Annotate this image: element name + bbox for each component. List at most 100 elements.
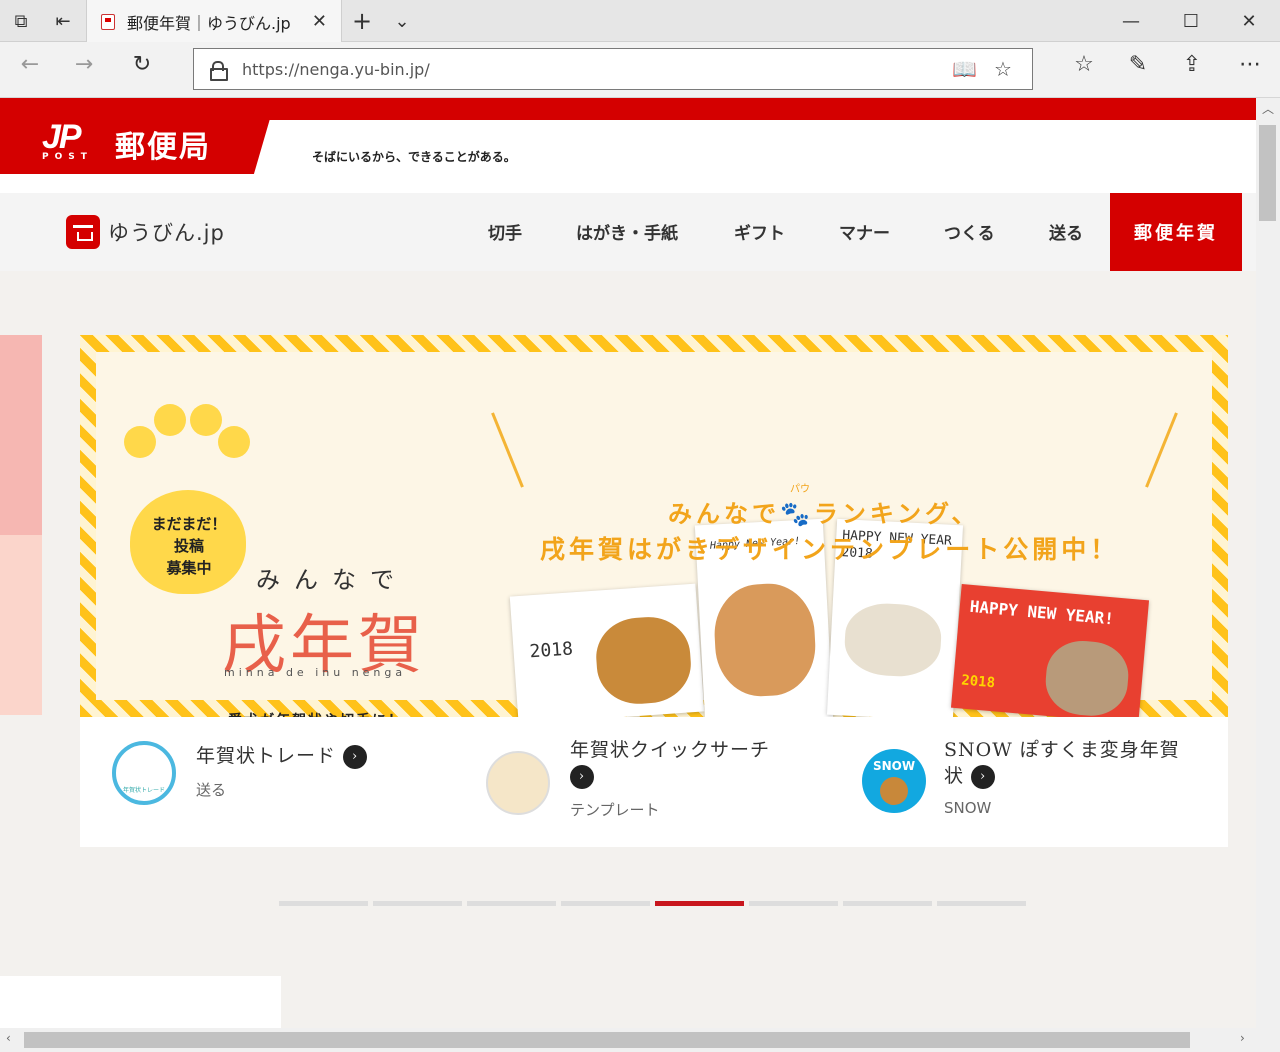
pug-photo — [1042, 637, 1132, 719]
ranking-headline-2: 戌年賀はがきデザインテンプレート公開中！ — [540, 535, 1120, 564]
carousel-dot[interactable] — [467, 901, 556, 906]
carousel-dot[interactable] — [843, 901, 932, 906]
share-icon[interactable]: ⇪ — [1172, 52, 1212, 77]
paw-toe — [124, 426, 156, 458]
link-title-text: 年賀状トレード — [196, 745, 337, 767]
paw-toe — [218, 426, 250, 458]
carousel-dot[interactable] — [749, 901, 838, 906]
jp-post-logo[interactable]: JP POST 郵便局 — [0, 98, 276, 174]
site-name[interactable]: ゆうびん.jp — [108, 217, 225, 247]
site-header: JP POST 郵便局 そばにいるから、できることがある。 — [0, 98, 1256, 193]
card-4-label: HAPPY NEW YEAR! — [969, 596, 1115, 629]
more-icon[interactable]: ⋯ — [1230, 52, 1270, 77]
nav-item-tsukuru[interactable]: つくる — [944, 219, 995, 244]
url-text[interactable]: https://nenga.yu-bin.jp/ — [242, 60, 430, 79]
link-title: 年賀状トレード › — [196, 743, 368, 769]
logo-name: 郵便局 — [115, 130, 211, 165]
scroll-up-icon[interactable]: ︿ — [1262, 100, 1274, 117]
carousel-dot[interactable] — [655, 901, 744, 906]
refresh-icon[interactable]: ↻ — [122, 52, 162, 77]
shiba-photo — [712, 581, 818, 699]
carousel-dot[interactable] — [279, 901, 368, 906]
paw-toe — [190, 404, 222, 436]
card-1-label: 2018 — [528, 638, 574, 663]
previous-slide-peek[interactable] — [0, 335, 42, 715]
new-tab-button[interactable]: + — [350, 0, 374, 42]
template-card-4[interactable]: HAPPY NEW YEAR! 2018 — [950, 584, 1150, 724]
carousel-dot[interactable] — [937, 901, 1026, 906]
bear-face — [880, 777, 908, 805]
snow-bear-icon: SNOW — [862, 749, 926, 813]
link-trade[interactable]: 年賀状トレード 年賀状トレード › 送る — [110, 717, 430, 847]
horizontal-scroll-thumb[interactable] — [24, 1032, 1190, 1048]
banner-ruby: パウ — [790, 484, 810, 495]
next-section-card — [0, 976, 281, 1028]
nav-item-kitte[interactable]: 切手 — [488, 219, 522, 244]
link-sub: SNOW — [944, 799, 992, 817]
lock-icon — [210, 61, 228, 81]
vertical-scroll-thumb[interactable] — [1259, 125, 1276, 221]
feature-links: 年賀状トレード 年賀状トレード › 送る 年賀状クイックサーチ › テンプレート … — [80, 717, 1228, 847]
address-bar[interactable]: https://nenga.yu-bin.jp/ 📖 ☆ — [193, 48, 1033, 90]
link-title: 年賀状クイックサーチ › — [570, 737, 810, 789]
link-sub: テンプレート — [570, 801, 660, 819]
carousel-indicators — [279, 901, 1026, 907]
link-quick-search[interactable]: 年賀状クイックサーチ › テンプレート — [484, 717, 814, 847]
paw-line-3: 募集中 — [166, 559, 212, 577]
golden-dogs-photo — [593, 614, 694, 707]
template-card-1[interactable]: 2018 — [509, 583, 705, 725]
decor-slash-right — [1145, 412, 1178, 488]
horizontal-scrollbar[interactable]: ‹ › — [0, 1028, 1280, 1052]
nav-item-okuru[interactable]: 送る — [1049, 219, 1083, 244]
paw-line-1: まだまだ！ — [151, 515, 227, 533]
arrow-right-icon[interactable]: → — [64, 52, 104, 77]
shiba-dog-icon — [486, 751, 550, 815]
card-4-year: 2018 — [960, 672, 996, 692]
carousel-dot[interactable] — [561, 901, 650, 906]
poodles-photo — [843, 601, 943, 679]
trade-icon-label: 年賀状トレード — [122, 787, 165, 794]
close-tab-icon[interactable]: ✕ — [312, 11, 327, 32]
chevron-right-icon[interactable]: › — [971, 765, 996, 789]
web-page: JP POST 郵便局 そばにいるから、できることがある。 ゆうびん.jp 切手… — [0, 98, 1256, 1028]
link-title: SNOW ぽすくま変身年賀状 › — [944, 737, 1182, 789]
nav-item-nenga-active[interactable]: 郵便年賀 — [1110, 193, 1242, 271]
favorites-list-icon[interactable]: ☆ — [1064, 52, 1104, 77]
snow-icon-label: SNOW — [872, 759, 916, 773]
scroll-left-icon[interactable]: ‹ — [6, 1031, 11, 1045]
paw-line-2: 投稿 — [173, 537, 204, 555]
chevron-right-icon[interactable]: › — [570, 765, 594, 789]
set-aside-tabs-icon[interactable]: ⇤ — [48, 0, 78, 42]
link-title-text: 年賀状クイックサーチ — [570, 739, 771, 761]
book-icon[interactable]: 📖 — [952, 57, 977, 81]
tagline: そばにいるから、できることがある。 — [312, 150, 516, 164]
nav-item-manner[interactable]: マナー — [839, 219, 890, 244]
trade-icon: 年賀状トレード — [112, 741, 176, 805]
paw-badge-text: まだまだ！ 投稿 募集中 — [134, 513, 244, 579]
star-icon[interactable]: ☆ — [994, 57, 1012, 81]
chevron-down-icon[interactable]: ⌄ — [390, 0, 414, 42]
nav-item-gift[interactable]: ギフト — [734, 219, 785, 244]
tab-title: 郵便年賀｜ゆうびん.jp — [127, 13, 291, 33]
arrow-left-icon[interactable]: ← — [10, 52, 50, 77]
browser-tab-bar: ⧉ ⇤ 郵便年賀｜ゆうびん.jp ✕ + ⌄ — ☐ ✕ — [0, 0, 1280, 43]
scroll-right-icon[interactable]: › — [1240, 1031, 1245, 1045]
nav-item-hagaki[interactable]: はがき・手紙 — [576, 219, 678, 244]
banner-romaji: minna de inu nenga — [224, 666, 407, 679]
close-window-button[interactable]: ✕ — [1234, 0, 1264, 42]
pen-icon[interactable]: ✎ — [1118, 52, 1158, 77]
carousel-dot[interactable] — [373, 901, 462, 906]
link-snow[interactable]: SNOW SNOW ぽすくま変身年賀状 › SNOW — [860, 717, 1190, 847]
banner-minnade: みんなで — [256, 566, 408, 594]
favicon-icon — [101, 13, 115, 30]
postbox-icon[interactable] — [66, 215, 100, 249]
decor-slash-left — [491, 412, 524, 488]
vertical-scrollbar[interactable]: ︿ — [1256, 98, 1280, 1028]
ranking-headline-1: みんなで🐾ランキング、 — [668, 500, 980, 528]
browser-tab[interactable]: 郵便年賀｜ゆうびん.jp ✕ — [86, 0, 342, 43]
tabs-icon[interactable]: ⧉ — [6, 0, 36, 42]
maximize-button[interactable]: ☐ — [1176, 0, 1206, 42]
minimize-button[interactable]: — — [1116, 0, 1146, 42]
site-nav: ゆうびん.jp 切手 はがき・手紙 ギフト マナー つくる 送る 郵便年賀 — [0, 193, 1256, 271]
chevron-right-icon[interactable]: › — [343, 745, 368, 769]
